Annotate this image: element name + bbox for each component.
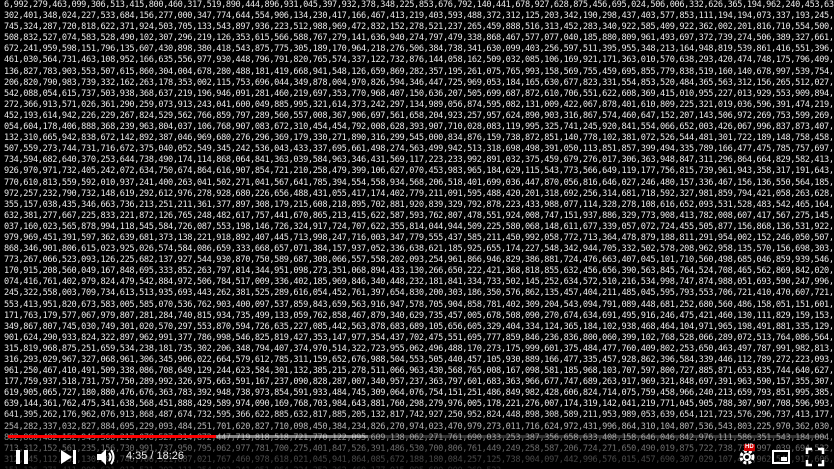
- number-line: 868,346,901,806,615,023,925,026,574,584,…: [4, 244, 834, 255]
- miniplayer-button[interactable]: [768, 445, 794, 469]
- number-line: 745,324,287,720,818,622,371,924,503,705,…: [4, 22, 834, 33]
- time-display: 4:35/18:26: [126, 450, 187, 462]
- number-line: 619,905,065,727,180,880,476,676,363,783,…: [4, 388, 834, 399]
- next-button[interactable]: [56, 445, 82, 469]
- number-line: 979,969,451,391,597,362,639,681,373,138,…: [4, 232, 834, 243]
- progress-played: [8, 435, 216, 438]
- number-line: 632,381,277,667,225,833,221,872,126,765,…: [4, 210, 834, 221]
- video-frame-number-text: 6,992,279,463,099,306,513,415,800,460,31…: [0, 0, 834, 469]
- player-controls: 4:35/18:26 HD: [0, 444, 834, 469]
- play-icon: [16, 450, 28, 464]
- number-line: 553,413,951,820,673,583,005,585,070,536,…: [4, 299, 834, 310]
- number-line: 542,088,054,615,737,503,938,368,637,219,…: [4, 88, 834, 99]
- number-line: 054,604,178,406,888,368,239,963,804,037,…: [4, 122, 834, 133]
- number-line: 355,157,038,435,346,663,736,213,251,211,…: [4, 199, 834, 210]
- number-line: 507,559,273,744,731,716,672,375,040,052,…: [4, 144, 834, 155]
- settings-button[interactable]: HD: [734, 444, 760, 469]
- hd-badge: HD: [744, 444, 755, 451]
- volume-icon: [97, 449, 115, 465]
- volume-button[interactable]: [92, 445, 120, 469]
- number-line: 132,310,665,942,838,672,142,892,387,046,…: [4, 133, 834, 144]
- progress-bar[interactable]: [8, 434, 826, 439]
- number-line: 245,322,558,003,709,734,613,513,935,693,…: [4, 288, 834, 299]
- number-line: 316,293,029,967,327,068,961,306,345,906,…: [4, 355, 834, 365]
- number-line: 272,366,913,571,026,361,290,259,073,913,…: [4, 99, 834, 110]
- number-line: 672,241,959,598,151,796,135,607,430,898,…: [4, 44, 834, 55]
- number-line: 074,416,761,402,979,824,479,542,884,972,…: [4, 277, 834, 288]
- number-line: 452,193,614,942,226,229,267,824,529,562,…: [4, 110, 834, 121]
- number-line: 315,819,968,875,251,659,534,238,181,735,…: [4, 343, 834, 354]
- next-icon: [61, 450, 76, 464]
- number-line: 901,624,290,933,824,322,897,962,991,377,…: [4, 332, 834, 343]
- number-line: 6,992,279,463,099,306,513,415,800,460,31…: [4, 0, 834, 10]
- number-line: 171,763,179,577,067,979,807,281,284,740,…: [4, 310, 834, 321]
- number-line: 734,594,682,640,370,253,644,738,490,174,…: [4, 155, 834, 166]
- number-line: 170,915,208,560,049,167,848,695,333,852,…: [4, 266, 834, 277]
- number-line: 177,759,937,518,731,757,750,289,992,326,…: [4, 377, 834, 388]
- number-line: 349,867,807,745,030,749,301,020,570,297,…: [4, 321, 834, 332]
- number-line: 770,610,813,559,592,010,937,241,400,263,…: [4, 177, 834, 188]
- number-line: 961,250,467,410,491,509,338,086,708,649,…: [4, 366, 834, 377]
- duration: 18:26: [156, 450, 185, 462]
- play-button[interactable]: [8, 445, 36, 469]
- number-line: 206,820,790,983,739,332,162,263,178,353,…: [4, 77, 834, 88]
- number-line: 037,160,023,565,878,994,118,545,584,726,…: [4, 221, 834, 232]
- number-line: 972,257,232,790,732,148,619,292,612,976,…: [4, 188, 834, 199]
- number-line: 773,267,066,523,093,126,225,682,137,927,…: [4, 255, 834, 266]
- number-line: 926,970,971,732,405,242,072,634,750,674,…: [4, 166, 834, 177]
- number-line: 461,030,564,731,463,108,952,166,635,556,…: [4, 55, 834, 66]
- number-line: 136,827,783,903,553,507,615,860,304,004,…: [4, 66, 834, 77]
- fullscreen-icon: [805, 447, 825, 467]
- number-line: 508,832,527,074,583,528,490,102,307,296,…: [4, 33, 834, 44]
- number-line: 302,401,348,024,227,533,684,156,277,000,…: [4, 11, 834, 22]
- time-separator: /: [150, 450, 154, 462]
- miniplayer-icon: [772, 450, 790, 464]
- current-time: 4:35: [126, 450, 148, 462]
- fullscreen-button[interactable]: [802, 445, 828, 469]
